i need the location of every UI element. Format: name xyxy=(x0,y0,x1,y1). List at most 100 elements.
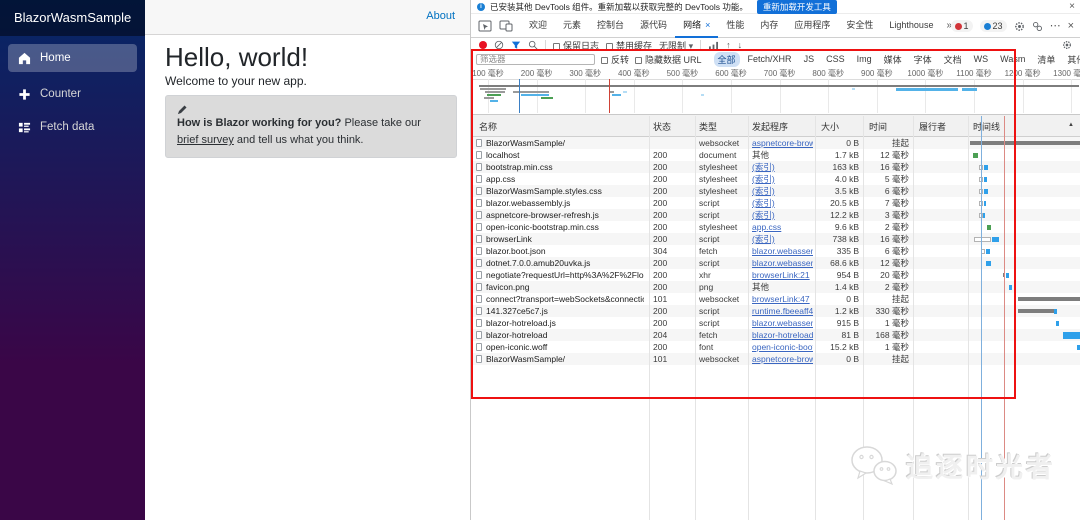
tab-Lighthouse[interactable]: Lighthouse xyxy=(881,14,941,38)
column-header-7[interactable]: 履行者 xyxy=(919,120,946,133)
request-initiator[interactable]: (索引) xyxy=(752,234,813,244)
import-har-icon[interactable]: ↑ xyxy=(726,41,731,50)
device-toolbar-icon[interactable] xyxy=(499,20,513,32)
filter-chip-Fetch/XHR[interactable]: Fetch/XHR xyxy=(744,53,796,65)
request-initiator[interactable]: blazor.webassembly.js:1 xyxy=(752,246,813,256)
preserve-log-checkbox[interactable]: 保留日志 xyxy=(553,39,599,52)
table-row[interactable]: favicon.png200png其他1.4 kB2 毫秒 xyxy=(471,281,1080,293)
request-initiator[interactable]: blazor.webassembly.js:1 xyxy=(752,258,813,268)
table-row[interactable]: blazor-hotreload.js200scriptblazor.webas… xyxy=(471,317,1080,329)
request-initiator[interactable]: blazor.webassembly.js:1 xyxy=(752,318,813,328)
reload-devtools-button[interactable]: 重新加载开发工具 xyxy=(757,0,837,14)
table-row[interactable]: open-iconic.woff200fontopen-iconic-boots… xyxy=(471,341,1080,353)
table-row[interactable]: blazor-hotreload204fetchblazor-hotreload… xyxy=(471,329,1080,341)
request-initiator[interactable]: app.css xyxy=(752,222,813,232)
request-initiator[interactable]: (索引) xyxy=(752,186,813,196)
column-header-2[interactable]: 状态 xyxy=(653,120,671,133)
hide-data-urls-checkbox[interactable]: 隐藏数据 URL xyxy=(635,53,702,66)
request-initiator[interactable]: aspnetcore-browser-re… xyxy=(752,138,813,148)
invert-checkbox[interactable]: 反转 xyxy=(601,53,629,66)
tab-元素[interactable]: 元素 xyxy=(555,14,589,38)
column-header-6[interactable]: 时间 xyxy=(869,120,887,133)
table-row[interactable]: aspnetcore-browser-refresh.js200script(索… xyxy=(471,209,1080,221)
filter-chip-Wasm[interactable]: Wasm xyxy=(996,53,1029,65)
table-row[interactable]: blazor.webassembly.js200script(索引)20.5 k… xyxy=(471,197,1080,209)
request-initiator[interactable]: (索引) xyxy=(752,162,813,172)
close-notification-icon[interactable]: × xyxy=(1069,1,1075,12)
settings-gear-icon[interactable] xyxy=(1014,21,1025,32)
column-header-3[interactable]: 类型 xyxy=(699,120,717,133)
tab-源代码[interactable]: 源代码 xyxy=(632,14,675,38)
sidebar-item-fetch-data[interactable]: Fetch data xyxy=(8,113,137,141)
app-brand[interactable]: BlazorWasmSample xyxy=(0,0,145,36)
network-settings-gear-icon[interactable] xyxy=(1062,40,1072,50)
filter-chip-JS[interactable]: JS xyxy=(800,53,819,65)
column-header-4[interactable]: 发起程序 xyxy=(752,120,788,133)
request-initiator[interactable]: browserLink:47 xyxy=(752,294,813,304)
tab-控制台[interactable]: 控制台 xyxy=(589,14,632,38)
network-overview-timeline[interactable]: 100 毫秒200 毫秒300 毫秒400 毫秒500 毫秒600 毫秒700 … xyxy=(471,66,1080,115)
table-row[interactable]: BlazorWasmSample/websocketaspnetcore-bro… xyxy=(471,137,1080,149)
error-badge[interactable]: 1 xyxy=(951,20,973,32)
inspect-icon[interactable] xyxy=(478,20,492,32)
tab-内存[interactable]: 内存 xyxy=(752,14,786,38)
filter-chip-WS[interactable]: WS xyxy=(970,53,993,65)
close-tab-icon[interactable]: × xyxy=(705,20,710,30)
issues-badge[interactable]: 23 xyxy=(980,20,1007,32)
disable-cache-checkbox[interactable]: 禁用缓存 xyxy=(606,39,652,52)
sidebar-item-home[interactable]: Home xyxy=(8,44,137,72)
column-header-5[interactable]: 大小 xyxy=(821,120,839,133)
filter-chip-CSS[interactable]: CSS xyxy=(822,53,849,65)
table-row[interactable]: 141.327ce5c7.js200scriptruntime.fbeeaff4… xyxy=(471,305,1080,317)
clear-icon[interactable] xyxy=(494,40,504,50)
tab-安全性[interactable]: 安全性 xyxy=(838,14,881,38)
request-initiator[interactable]: open-iconic-bootstrap… xyxy=(752,342,813,352)
tab-欢迎[interactable]: 欢迎 xyxy=(521,14,555,38)
tab-网络[interactable]: 网络× xyxy=(675,14,718,38)
table-row[interactable]: blazor.boot.json304fetchblazor.webassemb… xyxy=(471,245,1080,257)
tab-应用程序[interactable]: 应用程序 xyxy=(786,14,838,38)
filter-icon[interactable] xyxy=(511,40,521,50)
request-initiator[interactable]: (索引) xyxy=(752,198,813,208)
brief-survey-link[interactable]: brief survey xyxy=(177,134,234,146)
table-row[interactable]: localhost200document其他1.7 kB12 毫秒 xyxy=(471,149,1080,161)
about-link[interactable]: About xyxy=(426,10,455,22)
search-icon[interactable] xyxy=(528,40,538,50)
export-har-icon[interactable]: ↓ xyxy=(738,41,743,50)
request-initiator[interactable]: aspnetcore-browser-re… xyxy=(752,354,813,364)
close-devtools-icon[interactable]: × xyxy=(1068,21,1074,32)
table-row[interactable]: BlazorWasmSample.styles.css200stylesheet… xyxy=(471,185,1080,197)
table-row[interactable]: browserLink200script(索引)738 kB16 毫秒 xyxy=(471,233,1080,245)
request-initiator[interactable]: (索引) xyxy=(752,174,813,184)
request-initiator[interactable]: browserLink:21 xyxy=(752,270,813,280)
filter-input[interactable] xyxy=(476,54,595,65)
network-conditions-icon[interactable] xyxy=(708,41,719,50)
table-row[interactable]: connect?transport=webSockets&connectionT… xyxy=(471,293,1080,305)
table-row[interactable]: dotnet.7.0.0.amub20uvka.js200scriptblazo… xyxy=(471,257,1080,269)
table-row[interactable]: negotiate?requestUrl=http%3A%2F%2Flocalh… xyxy=(471,269,1080,281)
table-row[interactable]: BlazorWasmSample/101websocketaspnetcore-… xyxy=(471,353,1080,365)
tab-性能[interactable]: 性能 xyxy=(718,14,752,38)
sort-arrow-icon[interactable]: ▲ xyxy=(1068,122,1074,128)
table-row[interactable]: app.css200stylesheet(索引)4.0 kB5 毫秒 xyxy=(471,173,1080,185)
table-row[interactable]: open-iconic-bootstrap.min.css200styleshe… xyxy=(471,221,1080,233)
filter-chip-Img[interactable]: Img xyxy=(853,53,876,65)
throttling-dropdown[interactable]: 无限制 ▾ xyxy=(659,39,693,52)
extensions-icon[interactable] xyxy=(1032,21,1043,32)
filter-chip-清单[interactable]: 清单 xyxy=(1033,52,1059,67)
document-icon xyxy=(476,307,482,315)
table-row[interactable]: bootstrap.min.css200stylesheet(索引)163 kB… xyxy=(471,161,1080,173)
filter-chip-文档[interactable]: 文档 xyxy=(940,52,966,67)
sidebar-item-counter[interactable]: Counter xyxy=(8,80,137,108)
column-header-1[interactable]: 名称 xyxy=(479,120,497,133)
filter-chip-字体[interactable]: 字体 xyxy=(910,52,936,67)
request-initiator[interactable]: blazor-hotreload.js:11 xyxy=(752,330,813,340)
filter-chip-媒体[interactable]: 媒体 xyxy=(880,52,906,67)
request-initiator[interactable]: runtime.fbeeaff4.js:1 xyxy=(752,306,813,316)
request-initiator[interactable]: (索引) xyxy=(752,210,813,220)
column-header-8[interactable]: 时间线 xyxy=(973,120,1000,133)
record-icon[interactable] xyxy=(479,41,487,49)
filter-chip-全部[interactable]: 全部 xyxy=(714,52,740,67)
filter-chip-其他[interactable]: 其他 xyxy=(1063,52,1080,67)
more-options-icon[interactable]: ⋯ xyxy=(1050,21,1061,32)
